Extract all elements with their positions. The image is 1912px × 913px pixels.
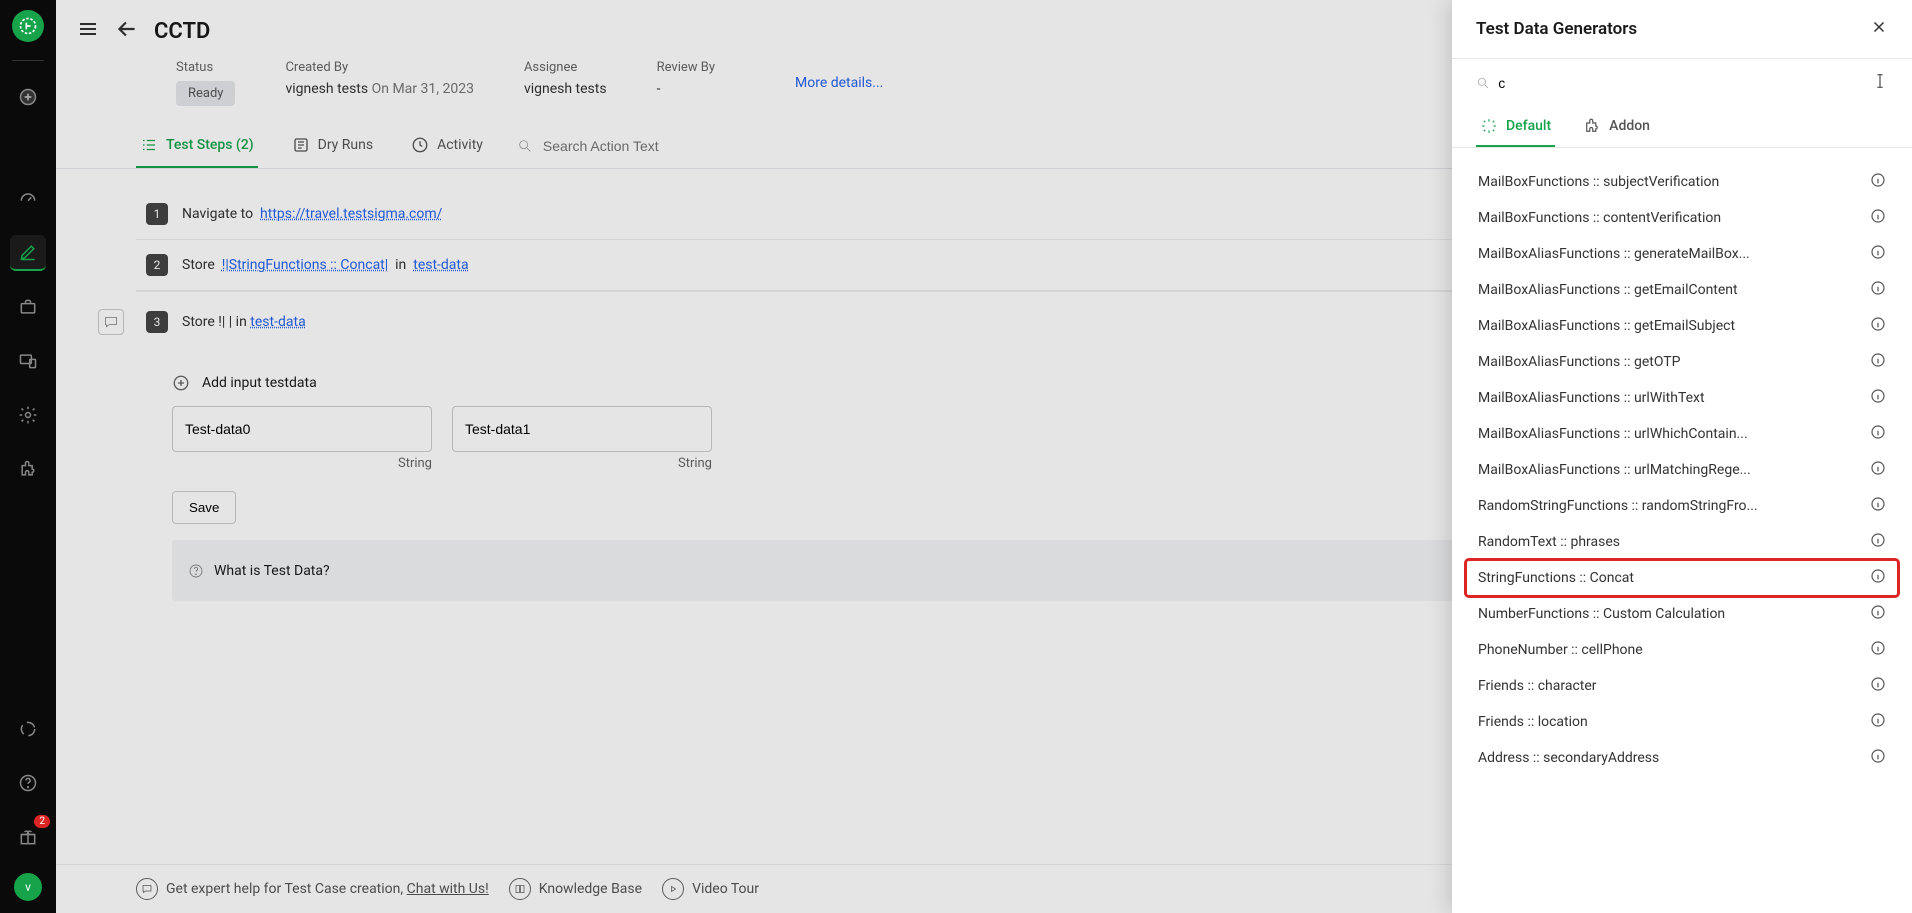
tab-test-steps[interactable]: Test Steps (2): [136, 124, 258, 168]
generator-item[interactable]: PhoneNumber :: cellPhone: [1466, 632, 1898, 668]
generator-item[interactable]: Friends :: location: [1466, 704, 1898, 740]
generator-item[interactable]: MailBoxAliasFunctions :: getOTP: [1466, 344, 1898, 380]
hamburger-icon[interactable]: [76, 17, 100, 45]
info-icon[interactable]: [1870, 244, 1886, 264]
generator-item[interactable]: Address :: secondaryAddress: [1466, 740, 1898, 776]
gift-icon[interactable]: 2: [10, 819, 46, 855]
testdata-input-1[interactable]: [452, 406, 712, 452]
info-icon[interactable]: [1870, 352, 1886, 372]
info-icon[interactable]: [1870, 208, 1886, 228]
tab-activity[interactable]: Activity: [407, 124, 487, 168]
briefcase-icon[interactable]: [10, 289, 46, 325]
info-icon[interactable]: [1870, 172, 1886, 192]
generator-list: MailBoxFunctions :: subjectVerificationM…: [1452, 148, 1912, 913]
generator-item[interactable]: RandomStringFunctions :: randomStringFro…: [1466, 488, 1898, 524]
generator-item[interactable]: MailBoxAliasFunctions :: urlMatchingRege…: [1466, 452, 1898, 488]
panel-search-input[interactable]: [1498, 75, 1864, 91]
generator-item[interactable]: MailBoxAliasFunctions :: urlWithText: [1466, 380, 1898, 416]
info-icon[interactable]: [1870, 280, 1886, 300]
step-number: 1: [146, 203, 168, 225]
back-arrow-icon[interactable]: [114, 16, 140, 46]
chat-icon[interactable]: [98, 309, 124, 335]
info-icon[interactable]: [1870, 604, 1886, 624]
testdata-type-1: String: [452, 456, 712, 471]
info-icon[interactable]: [1870, 568, 1886, 588]
chat-bubble-icon: [136, 878, 158, 900]
search-icon: [1476, 75, 1490, 91]
generator-item[interactable]: StringFunctions :: Concat: [1466, 560, 1898, 596]
footer-kb[interactable]: Knowledge Base: [509, 878, 642, 900]
step-target-link[interactable]: test-data: [250, 314, 305, 330]
add-icon[interactable]: [10, 79, 46, 115]
generator-item[interactable]: NumberFunctions :: Custom Calculation: [1466, 596, 1898, 632]
loading-icon[interactable]: [10, 711, 46, 747]
save-button[interactable]: Save: [172, 491, 236, 524]
status-badge: Ready: [176, 81, 235, 106]
puzzle-icon[interactable]: [10, 451, 46, 487]
gear-icon[interactable]: [10, 397, 46, 433]
close-icon[interactable]: [1870, 18, 1888, 40]
action-search-input[interactable]: [539, 134, 739, 158]
info-icon[interactable]: [1870, 748, 1886, 768]
footer-chat[interactable]: Get expert help for Test Case creation, …: [136, 878, 489, 900]
devices-icon[interactable]: [10, 343, 46, 379]
step-target-link[interactable]: test-data: [413, 257, 468, 273]
tab-default[interactable]: Default: [1476, 107, 1555, 147]
generator-item[interactable]: MailBoxFunctions :: subjectVerification: [1466, 164, 1898, 200]
help-icon[interactable]: [10, 765, 46, 801]
left-sidebar: 2 v: [0, 0, 56, 913]
meta-created-by: Created By vignesh tests On Mar 31, 2023: [285, 60, 473, 97]
generator-item[interactable]: MailBoxAliasFunctions :: getEmailSubject: [1466, 308, 1898, 344]
play-icon: [662, 878, 684, 900]
meta-status: Status Ready: [176, 60, 235, 106]
gift-badge: 2: [34, 815, 50, 828]
dashboard-icon[interactable]: [10, 181, 46, 217]
book-icon: [509, 878, 531, 900]
step-function-link[interactable]: !|StringFunctions :: Concat|: [222, 257, 388, 273]
edit-icon[interactable]: [10, 235, 46, 271]
info-icon[interactable]: [1870, 316, 1886, 336]
action-search: [517, 134, 739, 158]
search-icon: [517, 138, 533, 154]
testdata-type-0: String: [172, 456, 432, 471]
more-details-link[interactable]: More details...: [795, 75, 883, 91]
avatar[interactable]: v: [14, 873, 42, 901]
generator-item[interactable]: MailBoxFunctions :: contentVerification: [1466, 200, 1898, 236]
info-icon[interactable]: [1870, 532, 1886, 552]
what-is-test-data-link[interactable]: What is Test Data?: [214, 563, 330, 579]
step-url-link[interactable]: https://travel.testsigma.com/: [260, 206, 442, 222]
step-number: 3: [146, 311, 168, 333]
meta-assignee: Assignee vignesh tests: [524, 60, 607, 97]
info-icon[interactable]: [1870, 640, 1886, 660]
info-icon[interactable]: [1870, 712, 1886, 732]
info-icon[interactable]: [1870, 424, 1886, 444]
generator-item[interactable]: MailBoxAliasFunctions :: urlWhichContain…: [1466, 416, 1898, 452]
generator-item[interactable]: MailBoxAliasFunctions :: generateMailBox…: [1466, 236, 1898, 272]
testdata-input-0[interactable]: [172, 406, 432, 452]
generator-item[interactable]: RandomText :: phrases: [1466, 524, 1898, 560]
tab-addon[interactable]: Addon: [1579, 107, 1654, 147]
panel-title: Test Data Generators: [1476, 19, 1637, 39]
footer-video[interactable]: Video Tour: [662, 878, 759, 900]
text-cursor-icon: [1872, 73, 1888, 93]
info-icon[interactable]: [1870, 460, 1886, 480]
info-icon[interactable]: [1870, 496, 1886, 516]
test-data-generators-panel: Test Data Generators Default Addon MailB…: [1452, 0, 1912, 913]
info-icon[interactable]: [1870, 676, 1886, 696]
help-circle-icon: [188, 563, 204, 579]
meta-review-by: Review By -: [657, 60, 715, 97]
app-logo[interactable]: [12, 10, 44, 42]
generator-item[interactable]: Friends :: character: [1466, 668, 1898, 704]
generator-item[interactable]: MailBoxAliasFunctions :: getEmailContent: [1466, 272, 1898, 308]
info-icon[interactable]: [1870, 388, 1886, 408]
page-title: CCTD: [154, 19, 210, 44]
panel-search: [1452, 59, 1912, 99]
tab-dry-runs[interactable]: Dry Runs: [288, 124, 377, 168]
panel-tabs: Default Addon: [1452, 99, 1912, 148]
step-number: 2: [146, 254, 168, 276]
